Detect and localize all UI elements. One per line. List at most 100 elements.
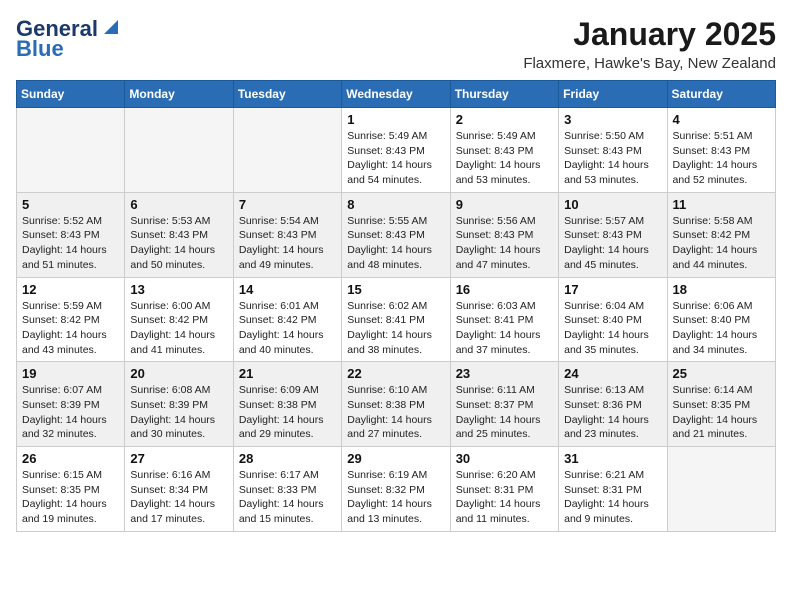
calendar-cell-1-7: 4 Sunrise: 5:51 AM Sunset: 8:43 PM Daylig…	[667, 108, 775, 193]
calendar-cell-4-3: 21Sunrise: 6:09 AM Sunset: 8:38 PM Dayli…	[233, 362, 341, 447]
day-number: 30	[456, 451, 553, 466]
day-info: Sunrise: 6:03 AM Sunset: 8:41 PM Dayligh…	[456, 299, 553, 358]
calendar-cell-2-7: 11 Sunrise: 5:58 AM Sunset: 8:42 PM Dayli…	[667, 192, 775, 277]
month-title: January 2025	[523, 16, 776, 53]
day-info: Sunrise: 6:08 AM Sunset: 8:39 PM Dayligh…	[130, 383, 227, 442]
weekday-header-saturday: Saturday	[667, 81, 775, 108]
calendar-cell-3-3: 14 Sunrise: 6:01 AM Sunset: 8:42 PM Dayli…	[233, 277, 341, 362]
weekday-header-thursday: Thursday	[450, 81, 558, 108]
day-info: Sunrise: 6:13 AM Sunset: 8:36 PM Dayligh…	[564, 383, 661, 442]
weekday-header-wednesday: Wednesday	[342, 81, 450, 108]
calendar-cell-2-1: 5Sunrise: 5:52 AM Sunset: 8:43 PM Daylig…	[17, 192, 125, 277]
calendar-cell-2-6: 10 Sunrise: 5:57 AM Sunset: 8:43 PM Dayli…	[559, 192, 667, 277]
day-number: 29	[347, 451, 444, 466]
day-number: 28	[239, 451, 336, 466]
day-info: Sunrise: 6:04 AM Sunset: 8:40 PM Dayligh…	[564, 299, 661, 358]
day-number: 8	[347, 197, 444, 212]
calendar-cell-3-5: 16Sunrise: 6:03 AM Sunset: 8:41 PM Dayli…	[450, 277, 558, 362]
day-number: 7	[239, 197, 336, 212]
day-number: 3	[564, 112, 661, 127]
week-row-4: 19Sunrise: 6:07 AM Sunset: 8:39 PM Dayli…	[17, 362, 776, 447]
day-number: 9	[456, 197, 553, 212]
calendar-cell-5-1: 26Sunrise: 6:15 AM Sunset: 8:35 PM Dayli…	[17, 447, 125, 532]
day-number: 14	[239, 282, 336, 297]
day-info: Sunrise: 5:57 AM Sunset: 8:43 PM Dayligh…	[564, 214, 661, 273]
calendar-cell-3-2: 13Sunrise: 6:00 AM Sunset: 8:42 PM Dayli…	[125, 277, 233, 362]
day-info: Sunrise: 6:09 AM Sunset: 8:38 PM Dayligh…	[239, 383, 336, 442]
calendar-cell-1-5: 2Sunrise: 5:49 AM Sunset: 8:43 PM Daylig…	[450, 108, 558, 193]
page-header: General Blue January 2025 Flaxmere, Hawk…	[16, 16, 776, 72]
day-info: Sunrise: 6:11 AM Sunset: 8:37 PM Dayligh…	[456, 383, 553, 442]
day-number: 6	[130, 197, 227, 212]
day-info: Sunrise: 5:56 AM Sunset: 8:43 PM Dayligh…	[456, 214, 553, 273]
day-number: 13	[130, 282, 227, 297]
day-info: Sunrise: 5:53 AM Sunset: 8:43 PM Dayligh…	[130, 214, 227, 273]
logo: General Blue	[16, 16, 122, 62]
day-number: 11	[673, 197, 770, 212]
day-number: 1	[347, 112, 444, 127]
calendar-cell-4-4: 22Sunrise: 6:10 AM Sunset: 8:38 PM Dayli…	[342, 362, 450, 447]
weekday-header-friday: Friday	[559, 81, 667, 108]
calendar-cell-3-7: 18 Sunrise: 6:06 AM Sunset: 8:40 PM Dayli…	[667, 277, 775, 362]
day-info: Sunrise: 5:49 AM Sunset: 8:43 PM Dayligh…	[456, 129, 553, 188]
day-info: Sunrise: 5:51 AM Sunset: 8:43 PM Dayligh…	[673, 129, 770, 188]
calendar-cell-1-6: 3 Sunrise: 5:50 AM Sunset: 8:43 PM Daylig…	[559, 108, 667, 193]
weekday-header-row: SundayMondayTuesdayWednesdayThursdayFrid…	[17, 81, 776, 108]
day-info: Sunrise: 6:17 AM Sunset: 8:33 PM Dayligh…	[239, 468, 336, 527]
day-number: 31	[564, 451, 661, 466]
weekday-header-sunday: Sunday	[17, 81, 125, 108]
week-row-5: 26Sunrise: 6:15 AM Sunset: 8:35 PM Dayli…	[17, 447, 776, 532]
day-info: Sunrise: 6:14 AM Sunset: 8:35 PM Dayligh…	[673, 383, 770, 442]
day-number: 26	[22, 451, 119, 466]
day-info: Sunrise: 5:52 AM Sunset: 8:43 PM Dayligh…	[22, 214, 119, 273]
day-info: Sunrise: 5:50 AM Sunset: 8:43 PM Dayligh…	[564, 129, 661, 188]
day-info: Sunrise: 6:21 AM Sunset: 8:31 PM Dayligh…	[564, 468, 661, 527]
day-info: Sunrise: 6:20 AM Sunset: 8:31 PM Dayligh…	[456, 468, 553, 527]
day-info: Sunrise: 6:02 AM Sunset: 8:41 PM Dayligh…	[347, 299, 444, 358]
calendar-cell-4-2: 20 Sunrise: 6:08 AM Sunset: 8:39 PM Dayli…	[125, 362, 233, 447]
day-info: Sunrise: 5:58 AM Sunset: 8:42 PM Dayligh…	[673, 214, 770, 273]
day-number: 22	[347, 366, 444, 381]
day-info: Sunrise: 6:07 AM Sunset: 8:39 PM Dayligh…	[22, 383, 119, 442]
day-number: 23	[456, 366, 553, 381]
day-info: Sunrise: 5:49 AM Sunset: 8:43 PM Dayligh…	[347, 129, 444, 188]
day-number: 4	[673, 112, 770, 127]
day-number: 24	[564, 366, 661, 381]
title-block: January 2025 Flaxmere, Hawke's Bay, New …	[523, 16, 776, 72]
day-info: Sunrise: 6:01 AM Sunset: 8:42 PM Dayligh…	[239, 299, 336, 358]
day-number: 12	[22, 282, 119, 297]
calendar-cell-5-5: 30 Sunrise: 6:20 AM Sunset: 8:31 PM Dayli…	[450, 447, 558, 532]
calendar-cell-3-1: 12 Sunrise: 5:59 AM Sunset: 8:42 PM Dayli…	[17, 277, 125, 362]
calendar-cell-2-2: 6 Sunrise: 5:53 AM Sunset: 8:43 PM Daylig…	[125, 192, 233, 277]
calendar-cell-4-1: 19Sunrise: 6:07 AM Sunset: 8:39 PM Dayli…	[17, 362, 125, 447]
calendar-cell-5-6: 31 Sunrise: 6:21 AM Sunset: 8:31 PM Dayli…	[559, 447, 667, 532]
calendar-cell-4-6: 24 Sunrise: 6:13 AM Sunset: 8:36 PM Dayli…	[559, 362, 667, 447]
location: Flaxmere, Hawke's Bay, New Zealand	[523, 55, 776, 72]
calendar-table: SundayMondayTuesdayWednesdayThursdayFrid…	[16, 80, 776, 532]
week-row-1: 1 Sunrise: 5:49 AM Sunset: 8:43 PM Daylig…	[17, 108, 776, 193]
week-row-2: 5Sunrise: 5:52 AM Sunset: 8:43 PM Daylig…	[17, 192, 776, 277]
day-number: 18	[673, 282, 770, 297]
calendar-cell-5-7	[667, 447, 775, 532]
day-info: Sunrise: 5:59 AM Sunset: 8:42 PM Dayligh…	[22, 299, 119, 358]
day-info: Sunrise: 6:06 AM Sunset: 8:40 PM Dayligh…	[673, 299, 770, 358]
calendar-cell-2-5: 9 Sunrise: 5:56 AM Sunset: 8:43 PM Daylig…	[450, 192, 558, 277]
calendar-cell-5-2: 27 Sunrise: 6:16 AM Sunset: 8:34 PM Dayli…	[125, 447, 233, 532]
calendar-cell-5-3: 28 Sunrise: 6:17 AM Sunset: 8:33 PM Dayli…	[233, 447, 341, 532]
day-number: 27	[130, 451, 227, 466]
weekday-header-tuesday: Tuesday	[233, 81, 341, 108]
logo-blue: Blue	[16, 36, 64, 62]
calendar-cell-5-4: 29Sunrise: 6:19 AM Sunset: 8:32 PM Dayli…	[342, 447, 450, 532]
day-number: 17	[564, 282, 661, 297]
day-number: 25	[673, 366, 770, 381]
day-number: 20	[130, 366, 227, 381]
logo-arrow-icon	[100, 16, 122, 38]
calendar-cell-2-3: 7Sunrise: 5:54 AM Sunset: 8:43 PM Daylig…	[233, 192, 341, 277]
day-info: Sunrise: 6:16 AM Sunset: 8:34 PM Dayligh…	[130, 468, 227, 527]
calendar-cell-2-4: 8Sunrise: 5:55 AM Sunset: 8:43 PM Daylig…	[342, 192, 450, 277]
calendar-cell-4-7: 25 Sunrise: 6:14 AM Sunset: 8:35 PM Dayli…	[667, 362, 775, 447]
calendar-cell-1-2	[125, 108, 233, 193]
day-number: 10	[564, 197, 661, 212]
week-row-3: 12 Sunrise: 5:59 AM Sunset: 8:42 PM Dayli…	[17, 277, 776, 362]
calendar-cell-1-4: 1 Sunrise: 5:49 AM Sunset: 8:43 PM Daylig…	[342, 108, 450, 193]
